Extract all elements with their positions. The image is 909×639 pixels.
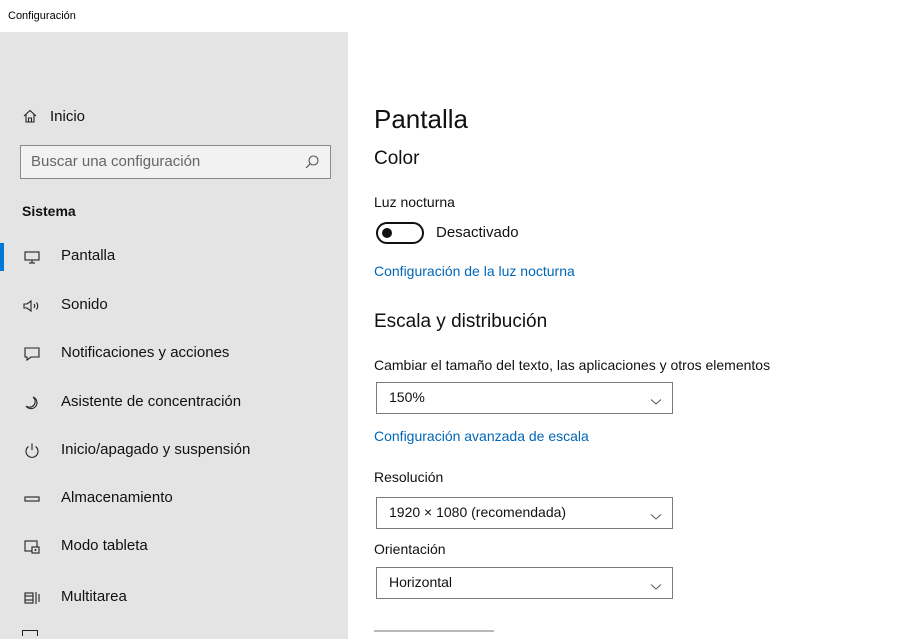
scale-select[interactable]: 150% — [376, 382, 673, 414]
cutoff-heading — [374, 630, 574, 639]
sidebar-item-home[interactable]: Inicio — [22, 105, 85, 127]
sidebar-item-concentracion[interactable]: Asistente de concentración — [0, 383, 348, 423]
sidebar-item-label: Almacenamiento — [61, 489, 173, 506]
home-icon — [22, 108, 50, 124]
multitask-icon — [22, 589, 42, 607]
chevron-down-icon — [650, 393, 662, 411]
toggle-knob — [382, 228, 392, 238]
sidebar-section-title: Sistema — [22, 203, 76, 219]
color-heading: Color — [374, 148, 420, 169]
night-light-toggle[interactable] — [376, 222, 424, 244]
sidebar-item-almacenamiento[interactable]: Almacenamiento — [0, 479, 348, 519]
speaker-icon — [22, 297, 42, 315]
sidebar-item-pantalla[interactable]: Pantalla — [0, 237, 348, 277]
night-light-state: Desactivado — [436, 224, 519, 241]
scale-label: Cambiar el tamaño del texto, las aplicac… — [374, 357, 771, 373]
next-item-icon — [22, 630, 38, 636]
search-input[interactable]: Buscar una configuración — [20, 145, 331, 179]
resolution-select[interactable]: 1920 × 1080 (recomendada) — [376, 497, 673, 529]
orientation-label: Orientación — [374, 541, 446, 557]
chevron-down-icon — [650, 508, 662, 526]
resolution-value: 1920 × 1080 (recomendada) — [389, 504, 567, 520]
notification-icon — [22, 345, 42, 363]
night-light-label: Luz nocturna — [374, 194, 455, 210]
tablet-icon — [22, 538, 42, 556]
sidebar-item-label: Sonido — [61, 296, 108, 313]
power-icon — [22, 442, 42, 460]
resolution-label: Resolución — [374, 469, 444, 485]
sidebar-item-label: Pantalla — [61, 247, 116, 264]
search-placeholder: Buscar una configuración — [31, 153, 201, 170]
sidebar-item-cutoff[interactable] — [22, 630, 322, 639]
scale-heading: Escala y distribución — [374, 311, 548, 332]
main-content: Pantalla Color Luz nocturna Desactivado … — [348, 0, 909, 639]
advanced-scale-link[interactable]: Configuración avanzada de escala — [374, 428, 589, 444]
sidebar-item-label: Notificaciones y acciones — [61, 344, 230, 361]
scale-value: 150% — [389, 389, 425, 405]
sidebar-item-label: Multitarea — [61, 588, 127, 605]
sidebar-item-tableta[interactable]: Modo tableta — [0, 527, 348, 567]
orientation-select[interactable]: Horizontal — [376, 567, 673, 599]
sidebar-item-sonido[interactable]: Sonido — [0, 286, 348, 326]
sidebar-item-notificaciones[interactable]: Notificaciones y acciones — [0, 334, 348, 374]
night-light-settings-link[interactable]: Configuración de la luz nocturna — [374, 263, 575, 279]
active-indicator — [0, 243, 4, 271]
sidebar-item-label: Inicio/apagado y suspensión — [61, 441, 251, 458]
chevron-down-icon — [650, 578, 662, 596]
sidebar-item-label: Modo tableta — [61, 537, 148, 554]
sidebar-home-label: Inicio — [50, 107, 86, 125]
sidebar-item-label: Asistente de concentración — [61, 393, 242, 410]
storage-icon — [22, 490, 42, 508]
monitor-icon — [22, 248, 42, 266]
search-icon[interactable] — [304, 154, 320, 175]
sidebar-item-apagado[interactable]: Inicio/apagado y suspensión — [0, 431, 348, 471]
moon-icon — [22, 394, 42, 412]
sidebar: Inicio Buscar una configuración Sistema … — [0, 32, 348, 639]
sidebar-item-multitarea[interactable]: Multitarea — [0, 578, 348, 618]
page-title: Pantalla — [374, 104, 468, 134]
orientation-value: Horizontal — [389, 574, 453, 590]
